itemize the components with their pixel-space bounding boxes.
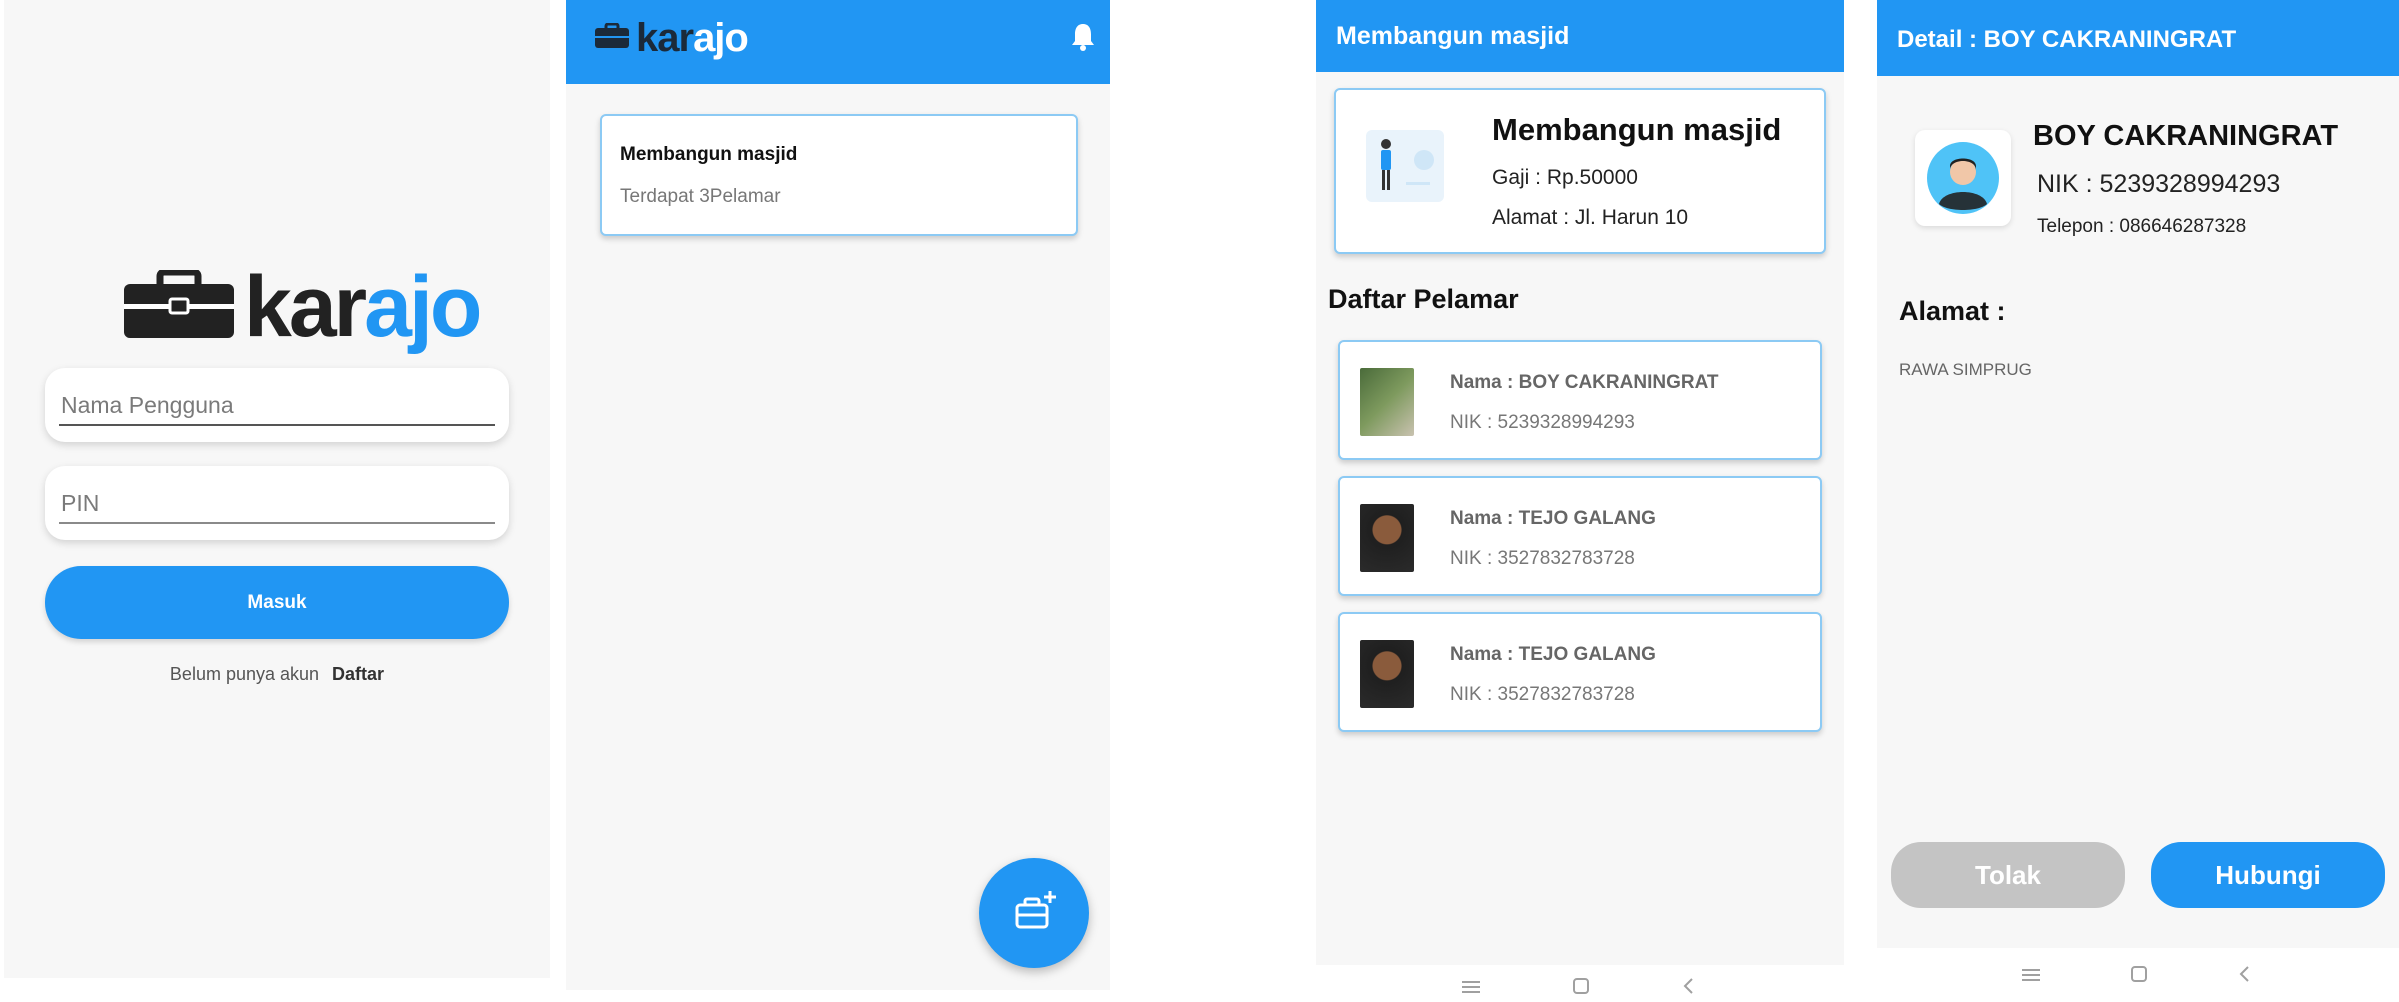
add-job-icon	[1010, 890, 1058, 939]
username-field	[45, 368, 509, 442]
applicant-nik: NIK : 5239328994293	[2037, 170, 2281, 198]
username-input[interactable]	[59, 386, 495, 424]
applicant-photo	[1360, 640, 1414, 708]
login-button[interactable]: Masuk	[45, 566, 509, 639]
back-icon[interactable]	[1678, 976, 1700, 1002]
pin-field	[45, 466, 509, 540]
logo-text-ajo: ajo	[693, 16, 749, 60]
applicant-photo	[1360, 504, 1414, 572]
job-detail-appbar: Membangun masjid	[1316, 0, 1844, 72]
job-card[interactable]: Membangun masjid Terdapat 3Pelamar	[600, 114, 1078, 236]
home-icon[interactable]	[1570, 976, 1592, 1002]
system-nav-bar	[1460, 976, 1720, 998]
register-link[interactable]: Daftar	[332, 664, 384, 684]
back-icon[interactable]	[2234, 964, 2256, 990]
home-icon[interactable]	[2128, 964, 2150, 990]
job-illustration	[1366, 130, 1444, 202]
applicant-name: Nama : TEJO GALANG	[1450, 644, 1656, 665]
logo-text-kar: kar	[244, 259, 367, 355]
applicant-card[interactable]: Nama : BOY CAKRANINGRAT NIK : 5239328994…	[1338, 340, 1822, 460]
user-avatar-icon	[1915, 142, 2011, 230]
applicant-nik: NIK : 3527832783728	[1450, 548, 1635, 569]
appbar-logo: karajo	[594, 16, 749, 60]
applicant-detail-appbar: Detail : BOY CAKRANINGRAT	[1877, 0, 2399, 76]
applicant-card[interactable]: Nama : TEJO GALANG NIK : 3527832783728	[1338, 612, 1822, 732]
pin-underline	[59, 522, 495, 524]
job-title: Membangun masjid	[620, 144, 798, 165]
page-title: Detail : BOY CAKRANINGRAT	[1897, 26, 2237, 53]
add-job-button[interactable]	[979, 858, 1089, 968]
applicant-phone: Telepon : 086646287328	[2037, 216, 2247, 237]
job-title: Membangun masjid	[1492, 112, 1782, 147]
applicant-nik: NIK : 3527832783728	[1450, 684, 1635, 705]
login-screen: karajo Masuk Belum punya akun Daftar	[4, 0, 550, 978]
register-prompt: Belum punya akun	[169, 664, 320, 684]
home-appbar: karajo	[566, 0, 1110, 84]
applicants-heading: Daftar Pelamar	[1328, 284, 1519, 314]
username-underline	[59, 424, 495, 426]
applicant-name: Nama : BOY CAKRANINGRAT	[1450, 372, 1719, 393]
register-row: Belum punya akun Daftar	[4, 664, 550, 685]
avatar	[1915, 130, 2011, 226]
applicant-detail-screen: Detail : BOY CAKRANINGRAT BOY CAKRANINGR…	[1877, 0, 2399, 948]
bell-icon[interactable]	[1070, 22, 1096, 57]
system-nav-bar	[2020, 964, 2280, 986]
recent-apps-icon[interactable]	[1460, 976, 1482, 1002]
app-logo: karajo	[120, 259, 482, 355]
reject-button[interactable]: Tolak	[1891, 842, 2125, 908]
applicant-card[interactable]: Nama : TEJO GALANG NIK : 3527832783728	[1338, 476, 1822, 596]
home-screen: karajo Membangun masjid Terdapat 3Pelama…	[566, 0, 1110, 990]
recent-apps-icon[interactable]	[2020, 964, 2042, 990]
address-label: Alamat :	[1899, 296, 2006, 326]
briefcase-icon	[120, 268, 238, 345]
logo-text-ajo: ajo	[364, 259, 482, 355]
job-applicant-count: Terdapat 3Pelamar	[620, 186, 781, 207]
applicant-nik: NIK : 5239328994293	[1450, 412, 1635, 433]
contact-button[interactable]: Hubungi	[2151, 842, 2385, 908]
job-detail-screen: Membangun masjid Membangun masjid Gaji :…	[1316, 0, 1844, 965]
briefcase-icon	[594, 22, 630, 54]
applicant-name: BOY CAKRANINGRAT	[2033, 120, 2339, 152]
address-value: RAWA SIMPRUG	[1899, 360, 2032, 379]
job-detail-card: Membangun masjid Gaji : Rp.50000 Alamat …	[1334, 88, 1826, 254]
job-salary: Gaji : Rp.50000	[1492, 166, 1638, 189]
pin-input[interactable]	[59, 484, 495, 522]
job-address: Alamat : Jl. Harun 10	[1492, 206, 1689, 229]
applicant-name: Nama : TEJO GALANG	[1450, 508, 1656, 529]
page-title: Membangun masjid	[1336, 22, 1570, 50]
logo-text-kar: kar	[636, 16, 694, 60]
applicant-photo	[1360, 368, 1414, 436]
